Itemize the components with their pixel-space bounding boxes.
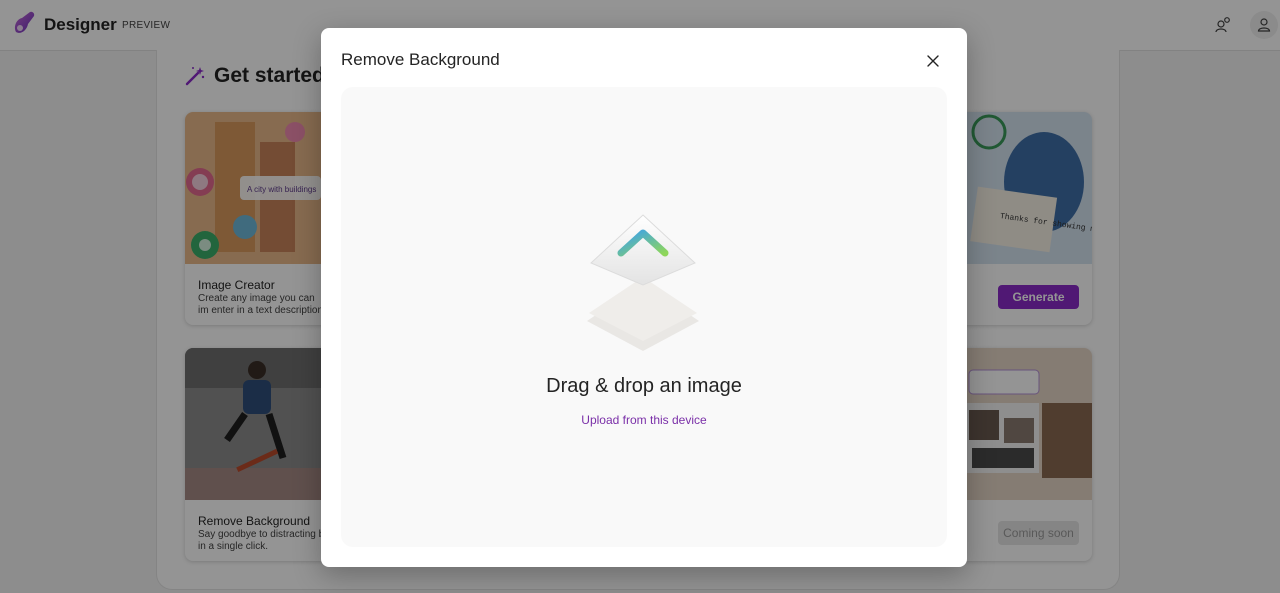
drag-drop-text: Drag & drop an image [546,375,742,397]
upload-from-device-link[interactable]: Upload from this device [341,413,947,427]
close-button[interactable] [921,50,945,72]
close-icon [927,55,939,67]
remove-background-dialog: Remove Background Drag & drop an image U… [321,28,967,567]
upload-arrow-icon [587,214,699,351]
image-drop-zone[interactable]: Drag & drop an image Upload from this de… [341,87,947,547]
dialog-title: Remove Background [341,50,500,69]
